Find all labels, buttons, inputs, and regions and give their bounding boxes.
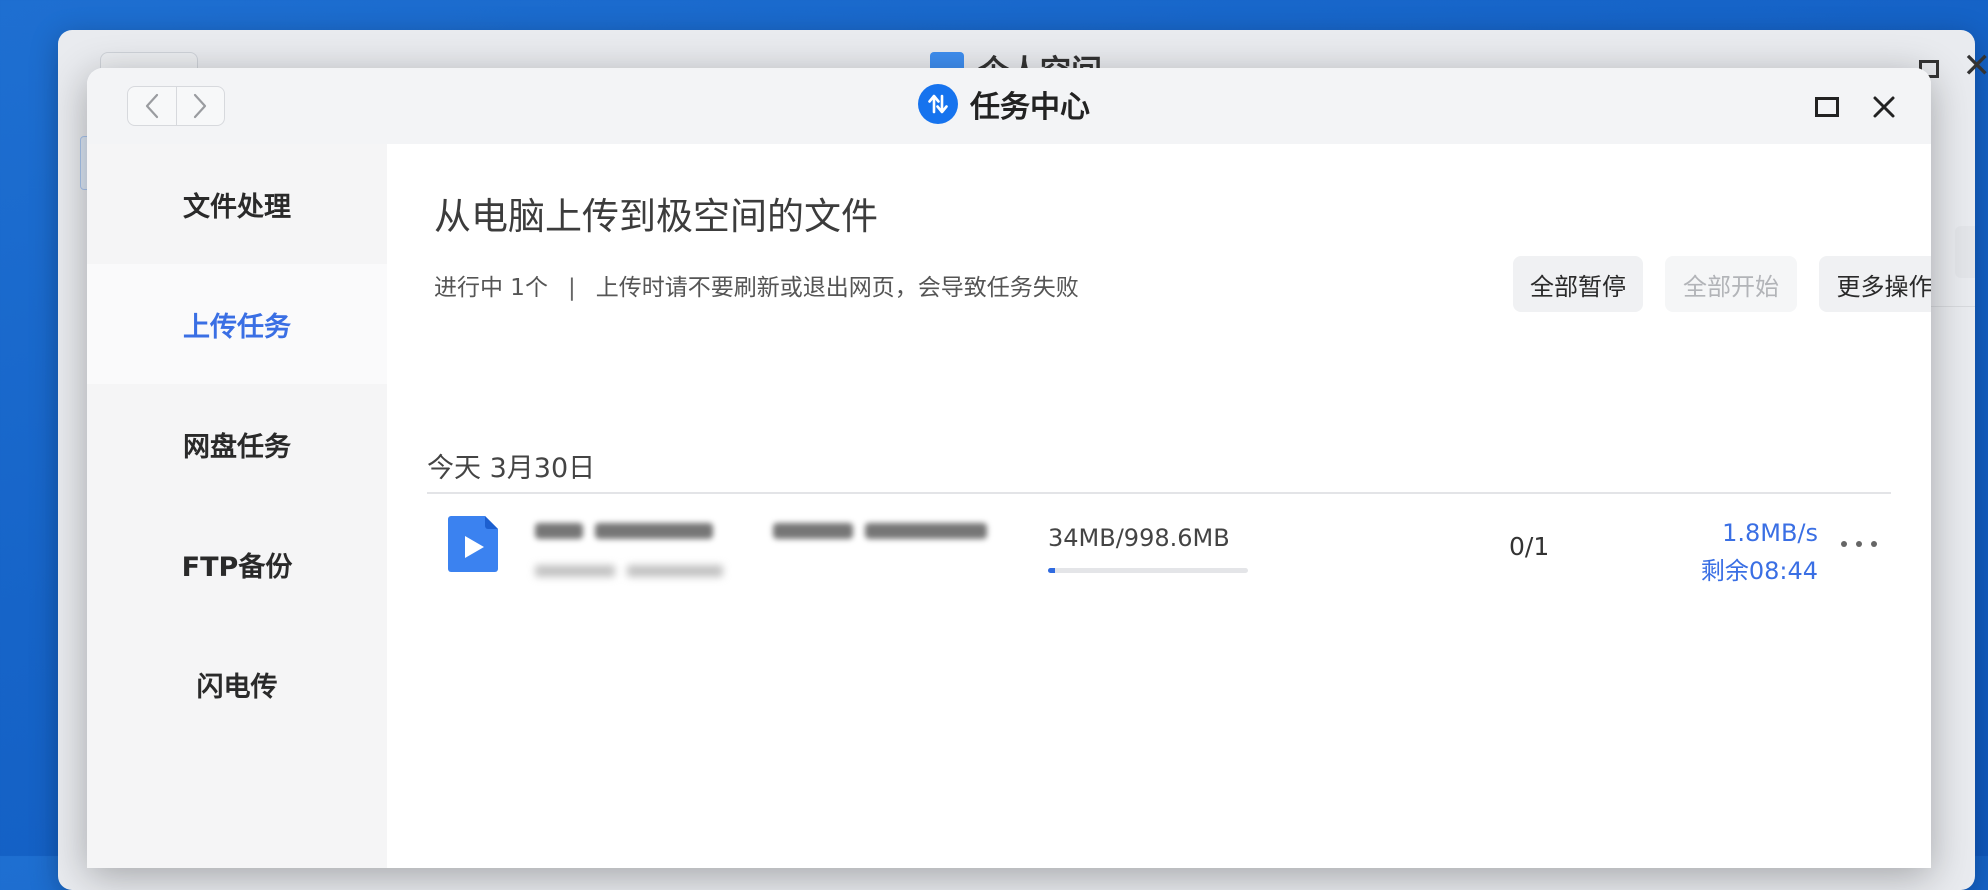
dialog-title-group: 任务中心: [918, 82, 1090, 126]
sidebar-item-cloud-tasks[interactable]: 网盘任务: [87, 384, 387, 504]
maximize-button[interactable]: [1810, 90, 1844, 124]
start-all-button[interactable]: 全部开始: [1665, 256, 1797, 312]
transfer-arrows-icon: [918, 84, 958, 124]
main-panel: 从电脑上传到极空间的文件 进行中 1个 | 上传时请不要刷新或退出网页，会导致任务失…: [387, 144, 1931, 868]
nav-buttons: [127, 86, 225, 126]
sidebar-item-flash-transfer[interactable]: 闪电传: [87, 624, 387, 744]
time-remaining: 剩余08:44: [1701, 552, 1818, 590]
chevron-left-icon: [144, 93, 160, 119]
file-count: 0/1: [1509, 532, 1549, 561]
more-actions-label: 更多操作: [1837, 267, 1932, 302]
page-title: 从电脑上传到极空间的文件: [434, 186, 878, 240]
video-file-icon: [448, 516, 498, 572]
upload-warning: 上传时请不要刷新或退出网页，会导致任务失败: [596, 275, 1079, 301]
titlebar: 任务中心: [87, 68, 1931, 144]
progress-bar: [1048, 568, 1248, 573]
more-actions-button[interactable]: 更多操作: [1819, 256, 1931, 312]
date-group-header: 今天 3月30日: [427, 446, 595, 485]
back-button[interactable]: [128, 87, 176, 125]
forward-button[interactable]: [176, 87, 225, 125]
task-row[interactable]: 34MB/998.6MB 0/1 1.8MB/s 剩余08:44: [427, 494, 1891, 604]
separator: |: [568, 275, 576, 301]
progress-bar-fill: [1048, 568, 1055, 573]
speed-info: 1.8MB/s 剩余08:44: [1701, 514, 1818, 590]
in-progress-count: 进行中 1个: [434, 275, 548, 301]
transfer-size: 34MB/998.6MB: [1048, 524, 1230, 552]
upload-speed: 1.8MB/s: [1701, 514, 1818, 552]
status-line: 进行中 1个 | 上传时请不要刷新或退出网页，会导致任务失败: [434, 268, 1079, 302]
sidebar-item-upload-tasks[interactable]: 上传任务: [87, 264, 387, 384]
dialog-title: 任务中心: [970, 82, 1090, 126]
close-icon: [1872, 95, 1896, 119]
background-panel-edge: [1955, 226, 1975, 278]
file-name-redacted: [535, 519, 987, 543]
chevron-right-icon: [192, 93, 208, 119]
file-path-redacted: [535, 561, 725, 581]
close-button[interactable]: [1867, 90, 1901, 124]
maximize-icon: [1815, 96, 1839, 118]
more-dots-icon[interactable]: [1841, 532, 1877, 556]
task-center-dialog: 任务中心 文件处理 上传任务 网盘任务 FTP备份 闪电传 从电脑上传到极空间的…: [87, 68, 1931, 868]
close-icon: ✕: [1963, 46, 1988, 86]
sidebar-item-ftp-backup[interactable]: FTP备份: [87, 504, 387, 624]
sidebar-item-file-processing[interactable]: 文件处理: [87, 144, 387, 264]
pause-all-button[interactable]: 全部暂停: [1513, 256, 1643, 312]
sidebar: 文件处理 上传任务 网盘任务 FTP备份 闪电传: [87, 144, 387, 868]
